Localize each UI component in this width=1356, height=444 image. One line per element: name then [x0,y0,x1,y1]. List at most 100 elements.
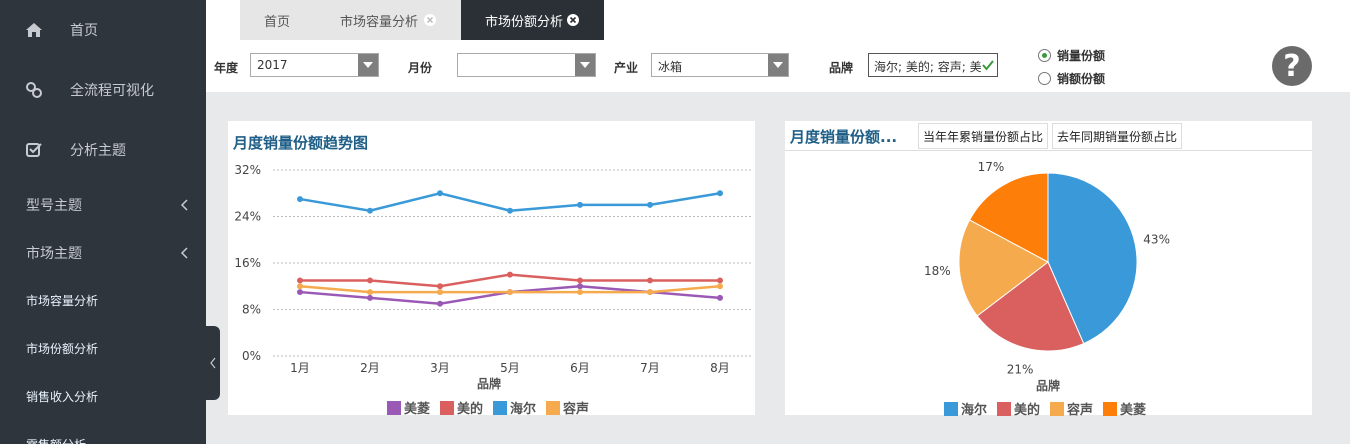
close-icon[interactable] [567,14,579,26]
pie-chart-panel: 月度销量份额... 当年年累销量份额占比 去年同期销量份额占比 43% 21% 18… [785,121,1312,418]
data-point [297,289,303,296]
y-tick-label: 0% [242,349,261,363]
brand-label: 品牌 [829,61,854,75]
legend-swatch [387,400,401,415]
line-chart-panel: 月度销量份额趋势图 0% 8% 16% 24% 32% 1月 2月 3月 5月 6月 7月 8月 品牌… [228,121,755,417]
pie-legend: 海尔 美的 容声 美菱 [944,399,1156,418]
x-tick-label: 5月 [500,361,520,375]
filter-bar: 年度 2017 月份 产业 冰箱 品牌 海尔; 美的; 容声; 美菱 销量份额 … [206,40,1356,92]
legend-item[interactable]: 海尔 [493,398,536,417]
data-point [647,277,653,284]
month-select[interactable] [457,53,596,77]
y-tick-label: 8% [242,303,261,317]
legend-item[interactable]: 容声 [546,398,589,417]
x-tick-label: 6月 [570,361,590,375]
legend-item[interactable]: 海尔 [944,399,987,418]
data-point [647,201,653,208]
radio-checked-icon [1038,49,1051,62]
nav-sub-retail[interactable]: 零售额分析 [0,424,206,444]
legend-label: 容声 [1067,403,1094,418]
tab-market-share[interactable]: 市场份额分析 [461,0,604,40]
data-point [437,190,443,197]
nav-item-analysis-topic[interactable]: 分析主题 [0,130,206,170]
nav-sub-market-capacity[interactable]: 市场容量分析 [0,280,206,320]
tab-label: 首页 [264,14,291,30]
data-point [717,190,723,197]
dropdown-arrow-icon [768,54,788,76]
x-tick-label: 8月 [710,361,730,375]
legend-label: 美的 [457,402,484,417]
nav-sub-label: 销售收入分析 [26,389,99,404]
industry-select[interactable]: 冰箱 [651,53,789,77]
line-chart: 0% 8% 16% 24% 32% 1月 2月 3月 5月 6月 7月 8月 [234,163,753,375]
x-axis-title: 品牌 [477,377,502,391]
data-point [437,283,443,290]
pie-chart: 43% 21% 18% 17% [924,160,1170,377]
legend-item[interactable]: 美的 [440,398,483,417]
legend-label: 海尔 [510,402,537,417]
tab-home[interactable]: 首页 市场容量分析 [240,0,462,40]
data-point [577,289,583,296]
x-tick-label: 3月 [430,361,450,375]
nav-group-model[interactable]: 型号主题 [0,185,206,225]
sidebar-collapse-handle[interactable] [206,326,220,400]
line-legend: 美菱 美的 海尔 容声 [387,398,599,417]
chevron-left-icon [210,357,216,369]
data-point [647,289,653,296]
legend-label: 美菱 [404,402,431,417]
chevron-left-icon [180,199,188,211]
scrollbar[interactable] [1350,40,1356,444]
industry-value: 冰箱 [658,60,683,74]
legend-label: 美的 [1014,403,1041,418]
year-value: 2017 [257,58,288,72]
nav-group-label: 市场主题 [26,246,82,262]
year-label: 年度 [214,61,239,75]
close-icon[interactable] [424,14,436,26]
nav-sub-market-share[interactable]: 市场份额分析 [0,328,206,368]
nav-item-home[interactable]: 首页 [0,10,206,50]
home-icon [24,20,44,40]
data-point [297,277,303,284]
legend-label: 容声 [563,402,590,417]
data-point [577,201,583,208]
legend-item[interactable]: 容声 [1050,399,1093,418]
radio-volume-share[interactable]: 销量份额 [1038,47,1105,64]
nav-sub-sales-revenue[interactable]: 销售收入分析 [0,376,206,416]
nav-group-label: 型号主题 [26,198,82,214]
legend-swatch [440,400,455,415]
data-point [367,207,373,214]
nav-item-visualization[interactable]: 全流程可视化 [0,70,206,110]
nav-item-label: 首页 [70,23,98,39]
y-tick-label: 16% [234,256,261,270]
data-point [507,289,513,296]
slice-label: 18% [924,264,951,278]
year-select[interactable]: 2017 [250,53,379,77]
nav-sub-label: 零售额分析 [26,436,86,444]
x-tick-label: 7月 [640,361,660,375]
legend-swatch [1050,401,1065,416]
help-icon[interactable]: ? [1272,46,1312,86]
dropdown-arrow-icon [358,54,378,76]
dropdown-arrow-icon [575,54,595,76]
nav-group-market[interactable]: 市场主题 [0,233,206,273]
data-point [507,271,513,278]
slice-label: 43% [1143,232,1170,246]
data-point [297,196,303,203]
sidebar: 首页 全流程可视化 分析主题 型号主题 市场主题 市场容量分析 市场份额分析 销… [0,0,206,444]
x-tick-label: 1月 [290,361,310,375]
legend-swatch [1103,401,1118,416]
nav-sub-label: 市场容量分析 [26,293,99,308]
legend-item[interactable]: 美的 [997,399,1040,418]
data-point [437,289,443,296]
legend-item[interactable]: 美菱 [387,398,430,417]
checkmark-icon [982,60,994,71]
data-point [507,207,513,214]
radio-value-share[interactable]: 销额份额 [1038,70,1105,87]
legend-label: 美菱 [1120,403,1147,418]
y-tick-label: 24% [234,210,261,224]
legend-item[interactable]: 美菱 [1103,399,1146,418]
data-point [577,277,583,284]
month-label: 月份 [408,61,433,75]
legend-swatch [546,400,561,415]
brand-multiselect[interactable]: 海尔; 美的; 容声; 美菱 [868,53,998,77]
